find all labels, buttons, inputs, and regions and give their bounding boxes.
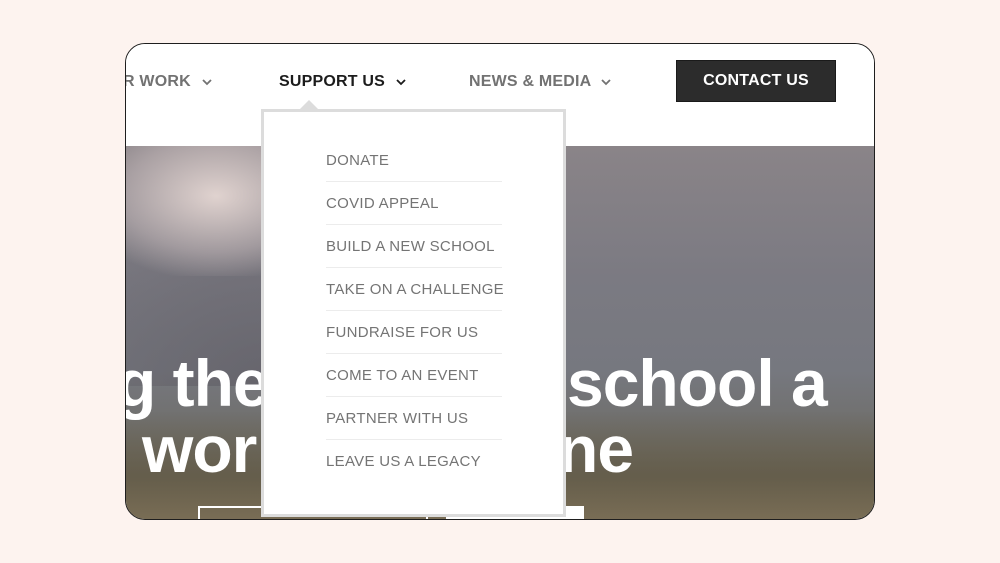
nav-item-label: NEWS & MEDIA <box>469 73 591 91</box>
menu-item-build-a-new-school[interactable]: BUILD A NEW SCHOOL <box>326 225 502 268</box>
menu-item-fundraise-for-us[interactable]: FUNDRAISE FOR US <box>326 311 502 354</box>
nav-item-our-work[interactable]: R WORK <box>125 73 212 91</box>
contact-us-button[interactable]: CONTACT US <box>676 60 836 102</box>
chevron-down-icon <box>601 73 612 91</box>
nav-item-support-us[interactable]: SUPPORT US <box>279 73 406 91</box>
browser-frame: g the school a wor ne R WORK SUPPORT US … <box>125 43 875 520</box>
chevron-down-icon <box>396 73 406 91</box>
nav-item-label: SUPPORT US <box>279 73 386 91</box>
menu-item-partner-with-us[interactable]: PARTNER WITH US <box>326 397 502 440</box>
nav-item-news-media[interactable]: NEWS & MEDIA <box>469 73 612 91</box>
hero-headline-line2-right: ne <box>558 412 634 486</box>
menu-item-donate[interactable]: DONATE <box>326 139 502 182</box>
hero-headline-line2-left: wor <box>142 412 257 486</box>
menu-item-come-to-an-event[interactable]: COME TO AN EVENT <box>326 354 502 397</box>
menu-item-covid-appeal[interactable]: COVID APPEAL <box>326 182 502 225</box>
hero-headline-line1-left: g the <box>126 346 270 420</box>
hero-headline-line1-right: school a <box>567 346 828 420</box>
chevron-down-icon <box>201 73 212 91</box>
support-us-dropdown: DONATE COVID APPEAL BUILD A NEW SCHOOL T… <box>261 109 566 517</box>
dropdown-menu-list: DONATE COVID APPEAL BUILD A NEW SCHOOL T… <box>326 139 504 483</box>
nav-item-label: R WORK <box>125 73 191 91</box>
menu-item-take-on-a-challenge[interactable]: TAKE ON A CHALLENGE <box>326 268 504 311</box>
menu-item-leave-us-a-legacy[interactable]: LEAVE US A LEGACY <box>326 440 502 483</box>
